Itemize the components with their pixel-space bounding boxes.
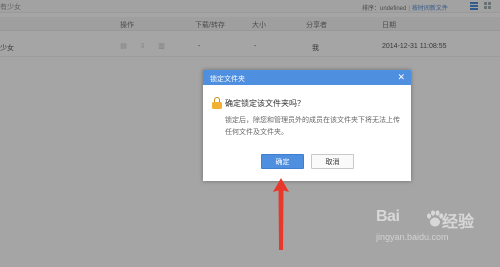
dialog-header: 锁定文件夹 ✕ <box>203 70 411 85</box>
lock-icon <box>212 97 222 109</box>
dialog-title: 锁定文件夹 <box>210 76 245 83</box>
watermark-brand: Bai <box>376 208 400 225</box>
dialog-message: 锁定后，除您和管理员外的成员在该文件夹下将无法上传任何文件及文件夹。 <box>225 117 400 136</box>
watermark: Bai 经验 jingyan.baidu.com <box>376 206 500 264</box>
lock-folder-dialog: 锁定文件夹 ✕ 确定锁定该文件夹吗？ 锁定后，除您和管理员外的成员在该文件夹下将… <box>203 70 411 181</box>
confirm-button[interactable]: 确定 <box>261 154 304 169</box>
cancel-button[interactable]: 取消 <box>311 154 354 169</box>
red-arrow-icon <box>273 178 289 250</box>
close-icon[interactable]: ✕ <box>397 73 405 82</box>
watermark-url: jingyan.baidu.com <box>376 232 449 242</box>
watermark-brand-suffix: 经验 <box>442 214 475 231</box>
dialog-question: 确定锁定该文件夹吗？ <box>225 99 305 108</box>
